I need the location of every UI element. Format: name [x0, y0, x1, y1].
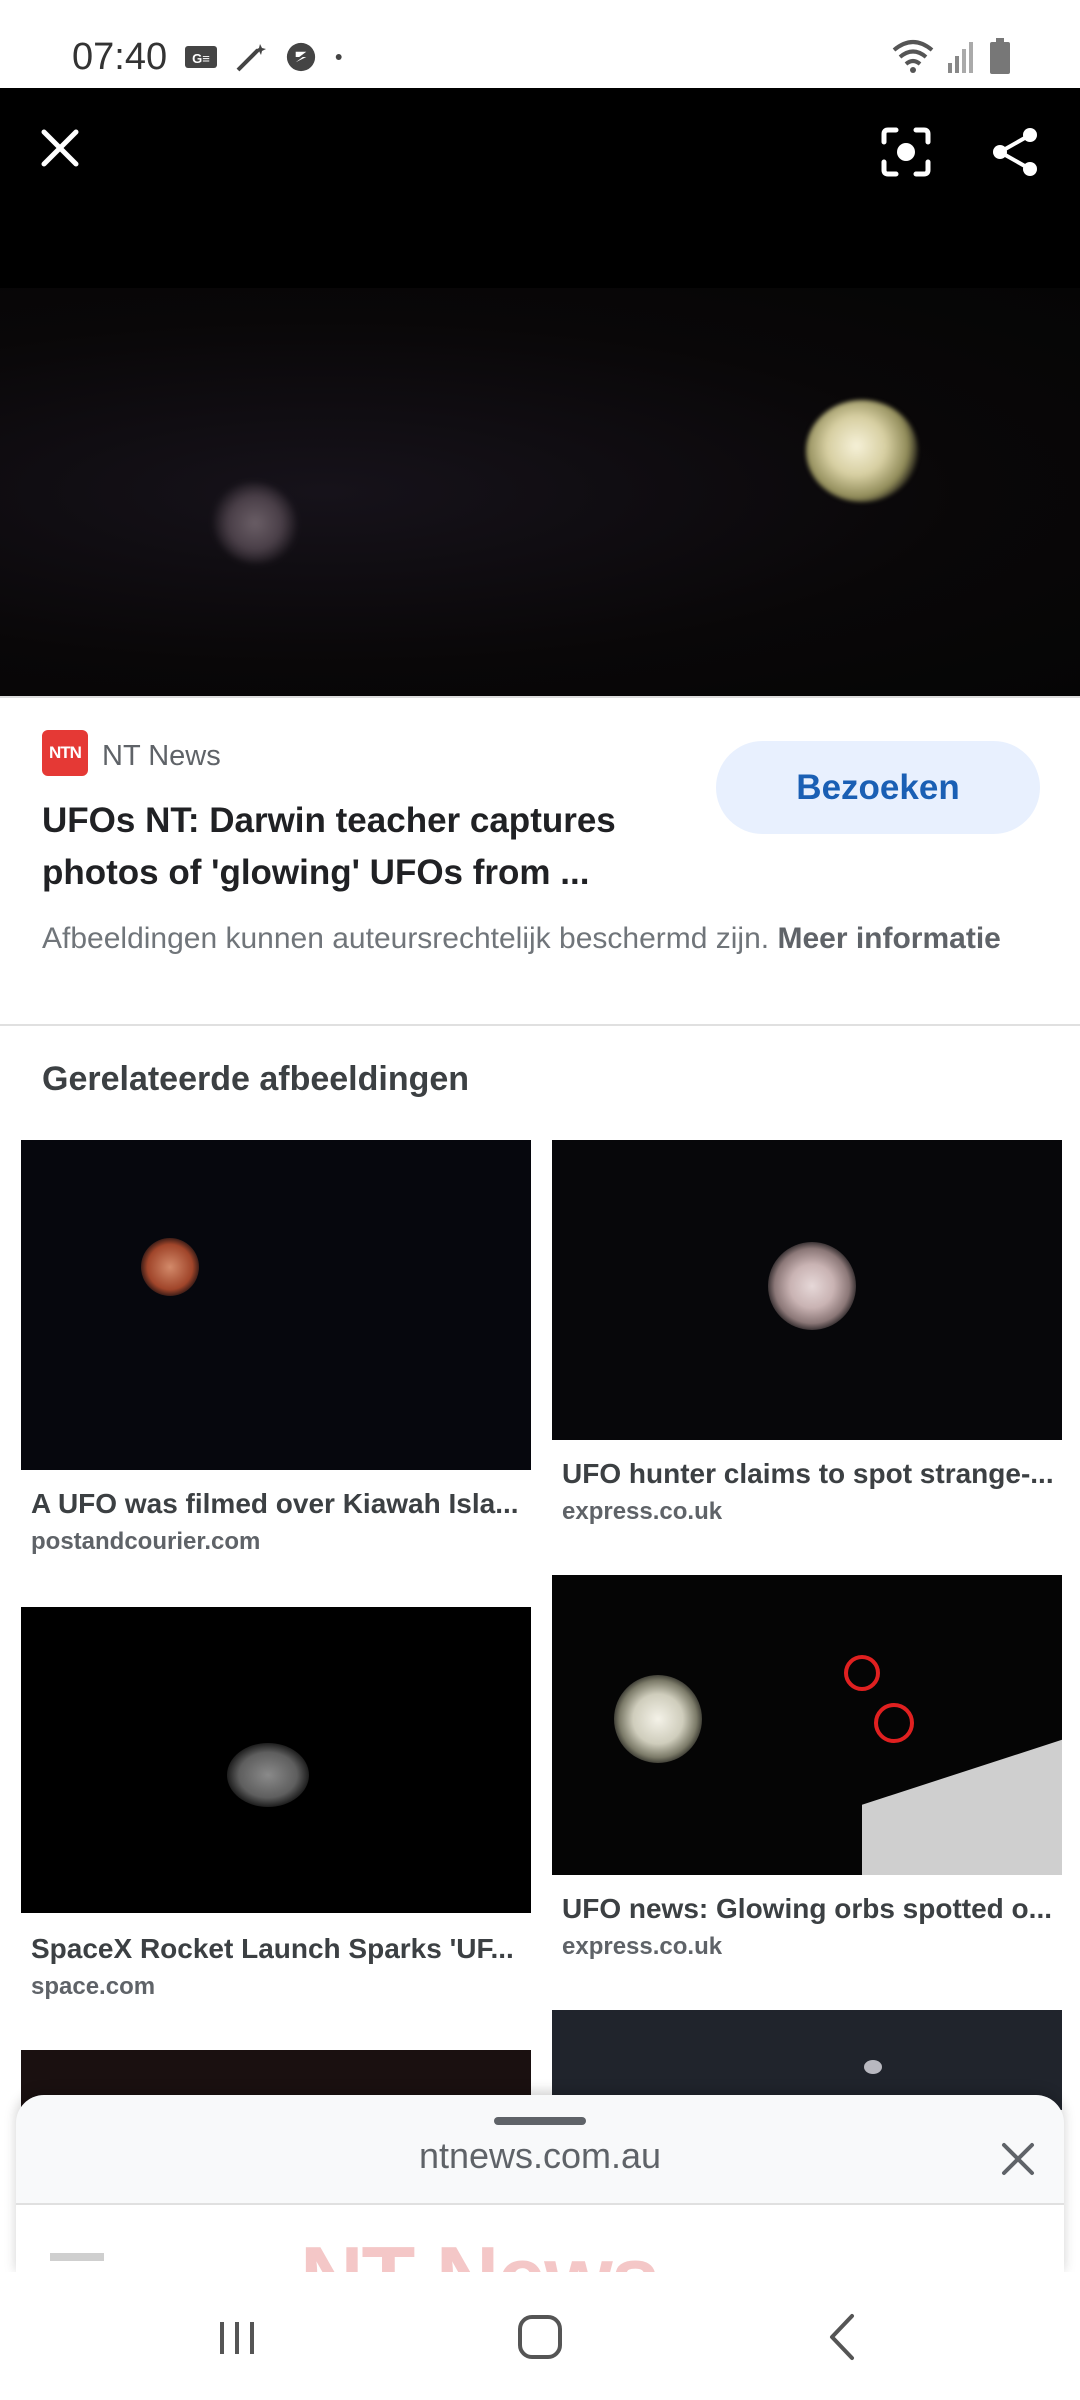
recents-icon[interactable] [202, 2302, 272, 2372]
sheet-url: ntnews.com.au [418, 2135, 662, 2176]
orb-orange [141, 1238, 199, 1296]
source-title[interactable]: UFOs NT: Darwin teacher captures photos … [42, 795, 682, 899]
related-tile[interactable]: UFO news: Glowing orbs spotted o... expr… [552, 1575, 1062, 1975]
related-heading: Gerelateerde afbeeldingen [42, 1060, 470, 1098]
related-tile[interactable]: A UFO was filmed over Kiawah Isla... pos… [21, 1140, 531, 1560]
related-image [21, 1140, 531, 1470]
related-site: space.com [31, 1973, 156, 2000]
sync-icon [286, 42, 316, 72]
status-icons-left: G≡ [184, 42, 354, 72]
back-icon[interactable] [808, 2302, 878, 2372]
source-logo: NTN [42, 730, 88, 776]
copyright-notice: Afbeeldingen kunnen auteursrechtelijk be… [42, 918, 1042, 960]
signal-icon [948, 42, 973, 73]
red-circle-marker [844, 1655, 880, 1691]
related-title: UFO hunter claims to spot strange-... [562, 1458, 1054, 1489]
orb-grey [227, 1743, 309, 1807]
close-icon[interactable] [998, 2139, 1038, 2179]
building-roof [862, 1733, 1062, 1875]
orb-small [864, 2060, 882, 2074]
image-viewer[interactable] [0, 88, 1080, 696]
related-tile[interactable]: SpaceX Rocket Launch Sparks 'UF... space… [21, 1607, 531, 2007]
more-info-link[interactable]: Meer informatie [777, 922, 1000, 955]
home-icon[interactable] [505, 2302, 575, 2372]
main-photo [0, 288, 1080, 696]
related-site: express.co.uk [562, 1498, 723, 1525]
dot-icon [335, 54, 342, 60]
svg-text:G≡: G≡ [192, 51, 210, 66]
related-tile[interactable]: UFO hunter claims to spot strange-... ex… [552, 1140, 1062, 1530]
link-preview-sheet[interactable]: ntnews.com.au NT News [16, 2095, 1064, 2275]
related-image [552, 1575, 1062, 1875]
lens-icon[interactable] [878, 124, 934, 180]
magic-wand-icon [236, 44, 266, 72]
related-title: SpaceX Rocket Launch Sparks 'UF... [31, 1933, 514, 1964]
battery-icon [990, 38, 1010, 74]
status-icons-right [892, 38, 1012, 74]
related-image [552, 1140, 1062, 1440]
share-icon[interactable] [988, 124, 1044, 180]
related-title: UFO news: Glowing orbs spotted o... [562, 1893, 1052, 1924]
gmail-style-icon: G≡ [185, 46, 217, 68]
copyright-text: Afbeeldingen kunnen auteursrechtelijk be… [42, 922, 770, 955]
related-title: A UFO was filmed over Kiawah Isla... [31, 1488, 519, 1519]
wifi-icon [892, 40, 934, 73]
orb-white [768, 1242, 856, 1330]
divider [0, 1024, 1080, 1026]
related-site: postandcourier.com [31, 1528, 261, 1555]
close-icon[interactable] [34, 122, 86, 174]
navigation-bar [0, 2272, 1080, 2400]
related-image [21, 1607, 531, 1913]
photo-orb-bright [806, 400, 918, 502]
orb-glowing [614, 1675, 702, 1763]
menu-icon [50, 2253, 104, 2261]
related-site: express.co.uk [562, 1933, 723, 1960]
status-time: 07:40 [72, 36, 168, 78]
drag-handle[interactable] [494, 2117, 586, 2125]
preview-logo: NT News [300, 2227, 660, 2275]
page-preview: NT News [16, 2203, 1064, 2275]
source-name: NT News [102, 740, 221, 772]
status-bar: 07:40 G≡ [0, 0, 1080, 88]
red-circle-marker [874, 1703, 914, 1743]
visit-button[interactable]: Bezoeken [716, 741, 1040, 834]
